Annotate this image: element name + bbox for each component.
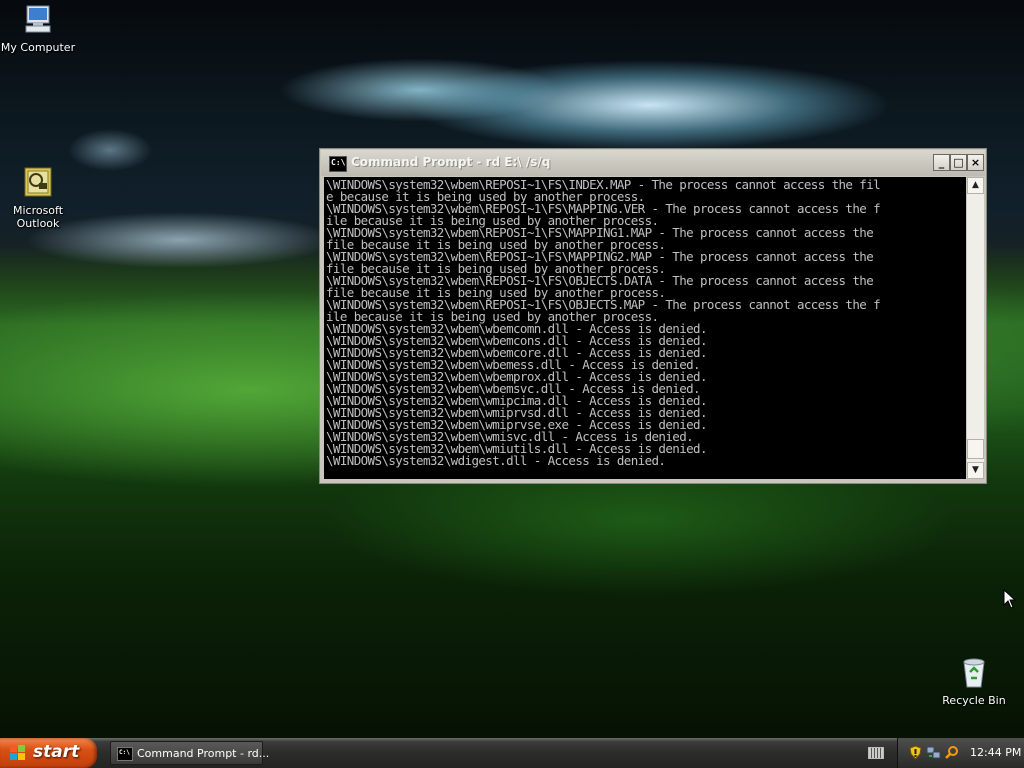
console-text: \WINDOWS\system32\wbem\REPOSI~1\FS\INDEX… <box>324 177 966 467</box>
clock: 12:44 PM <box>970 746 1022 759</box>
desktop-icon-label: My Computer <box>0 41 76 54</box>
desktop: My Computer Microsoft Outlook Recycle Bi… <box>0 0 1024 738</box>
start-label: start <box>33 742 80 762</box>
cmd-icon[interactable]: C:\ <box>329 156 347 172</box>
scrollbar-thumb[interactable] <box>967 439 984 459</box>
scroll-up-icon[interactable]: ▲ <box>967 177 984 194</box>
outlook-icon <box>21 166 55 200</box>
taskbar-item-command-prompt[interactable]: C:\ Command Prompt - rd... <box>110 741 269 765</box>
scroll-down-icon[interactable]: ▼ <box>967 462 984 479</box>
window-title: Command Prompt - rd E:\ /s/q <box>351 155 551 169</box>
desktop-icon-my-computer[interactable]: My Computer <box>0 3 76 54</box>
console-line: \WINDOWS\system32\wdigest.dll - Access i… <box>326 453 666 468</box>
system-tray: 12:44 PM <box>897 738 1024 768</box>
console-output[interactable]: \WINDOWS\system32\wbem\REPOSI~1\FS\INDEX… <box>324 177 966 479</box>
desktop-icon-label: Microsoft Outlook <box>12 204 64 230</box>
start-button[interactable]: start <box>0 738 97 768</box>
window-titlebar[interactable]: C:\ Command Prompt - rd E:\ /s/q _ □ × <box>321 150 985 176</box>
recycle-bin-icon <box>957 656 991 690</box>
security-shield-icon[interactable] <box>908 745 923 760</box>
desktop-icon-recycle-bin[interactable]: Recycle Bin <box>936 656 1012 707</box>
taskbar-item-label: Command Prompt - rd... <box>137 747 270 760</box>
network-icon[interactable] <box>926 745 941 760</box>
mouse-cursor-icon <box>1003 589 1017 609</box>
vertical-scrollbar[interactable]: ▲ ▼ <box>967 177 984 479</box>
desktop-icon-label: Recycle Bin <box>942 694 1006 707</box>
desktop-icon-outlook[interactable]: Microsoft Outlook <box>0 166 76 230</box>
search-icon[interactable] <box>944 745 959 760</box>
taskbar: start C:\ Command Prompt - rd... 12:44 P… <box>0 738 1024 768</box>
minimize-button[interactable]: _ <box>933 154 950 171</box>
my-computer-icon <box>21 3 55 37</box>
windows-logo-icon <box>10 745 26 761</box>
command-prompt-window[interactable]: C:\ Command Prompt - rd E:\ /s/q _ □ × \… <box>319 148 987 484</box>
maximize-button[interactable]: □ <box>950 154 967 171</box>
keyboard-icon[interactable] <box>868 747 884 759</box>
cmd-icon: C:\ <box>117 747 133 761</box>
close-button[interactable]: × <box>967 154 984 171</box>
